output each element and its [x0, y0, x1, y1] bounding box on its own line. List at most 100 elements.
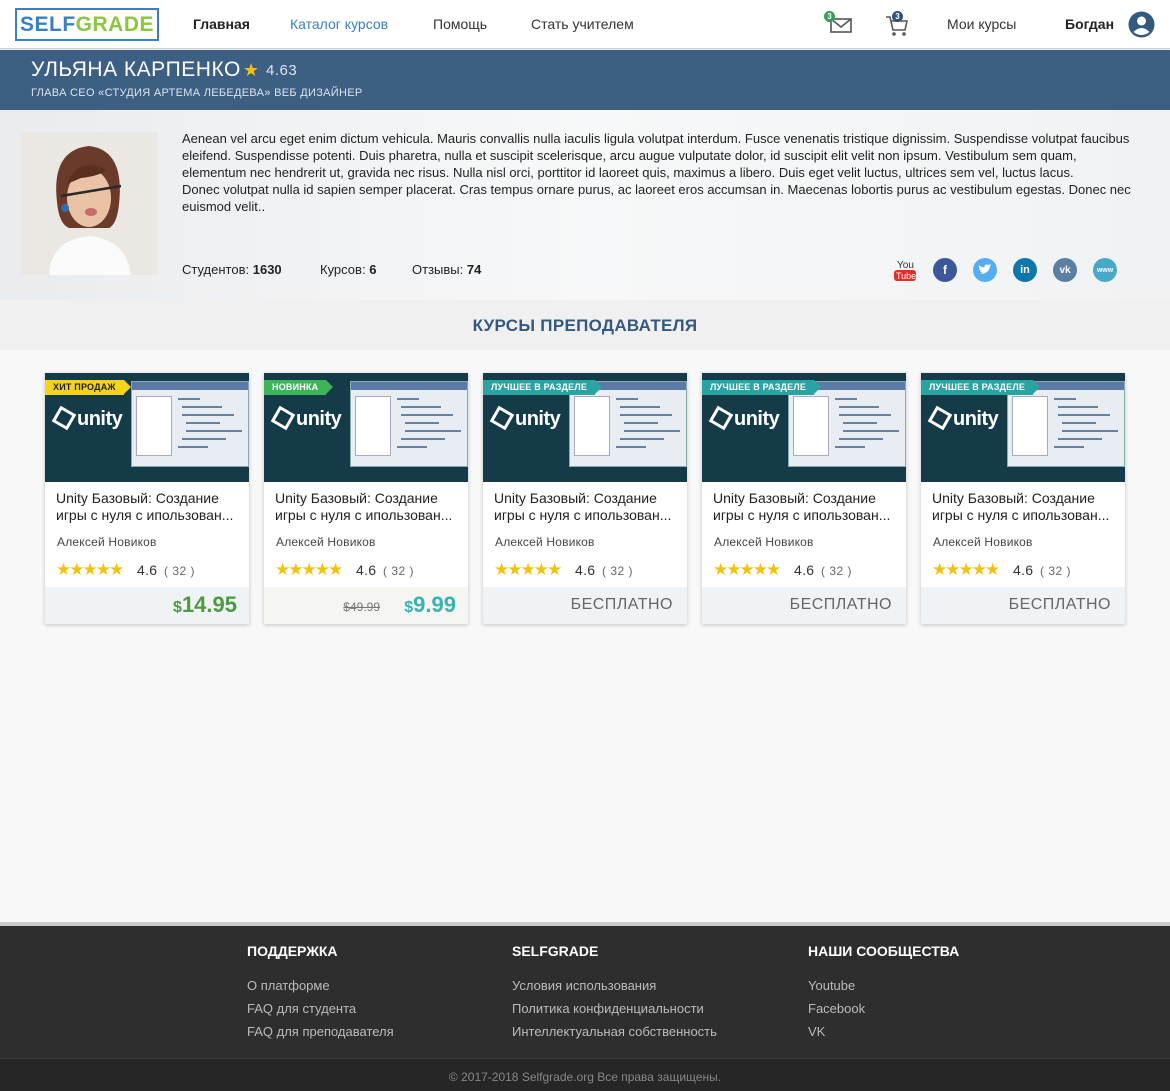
vk-link[interactable]: vk: [1053, 258, 1077, 282]
teacher-photo-image: [21, 132, 157, 275]
www-icon: www: [1096, 266, 1114, 274]
reviews-stat: Отзывы: 74: [412, 262, 481, 277]
facebook-link[interactable]: f: [933, 258, 957, 282]
course-thumbnail[interactable]: unity НОВИНКА: [264, 373, 468, 482]
courses-section-header: КУРСЫ ПРЕПОДАВАТЕЛЯ: [0, 300, 1170, 350]
course-ribbon: ЛУЧШЕЕ В РАЗДЕЛЕ: [483, 380, 603, 395]
footer-link-about[interactable]: О платформе: [247, 978, 394, 993]
teacher-rating: 4.63: [266, 62, 298, 79]
course-card[interactable]: unity НОВИНКА Unity Базовый: Создание иг…: [264, 373, 468, 624]
course-title[interactable]: Unity Базовый: Создание игры с нуля с ип…: [713, 490, 899, 524]
course-price-area: $49.99 $9.99: [264, 587, 468, 624]
course-review-count: ( 32 ): [602, 564, 634, 578]
my-courses-link[interactable]: Мои курсы: [947, 16, 1016, 32]
teacher-bio-section: Aenean vel arcu eget enim dictum vehicul…: [0, 110, 1170, 300]
footer: ПОДДЕРЖКА О платформе FAQ для студента F…: [0, 922, 1170, 1091]
teacher-photo: [21, 132, 157, 275]
vk-icon: vk: [1059, 264, 1071, 276]
messages-button[interactable]: 3: [824, 11, 854, 38]
course-card[interactable]: unity ЛУЧШЕЕ В РАЗДЕЛЕ Unity Базовый: Со…: [702, 373, 906, 624]
twitter-link[interactable]: [973, 258, 997, 282]
course-review-count: ( 32 ): [164, 564, 196, 578]
unity-logo-text: unity: [77, 408, 123, 430]
students-stat: Студентов: 1630: [182, 262, 282, 277]
course-price-value: 9.99: [413, 592, 456, 617]
footer-link-facebook[interactable]: Facebook: [808, 1001, 959, 1016]
course-author[interactable]: Алексей Новиков: [57, 535, 157, 549]
footer-link-terms[interactable]: Условия использования: [512, 978, 717, 993]
teacher-bio-paragraph-1: Aenean vel arcu eget enim dictum vehicul…: [182, 131, 1130, 180]
footer-link-youtube[interactable]: Youtube: [808, 978, 959, 993]
course-ribbon: ЛУЧШЕЕ В РАЗДЕЛЕ: [921, 380, 1041, 395]
logo-part1: SELF: [19, 12, 76, 36]
unity-cube-icon: [51, 405, 77, 431]
unity-cube-icon: [270, 405, 296, 431]
user-avatar-button[interactable]: [1128, 11, 1155, 38]
course-title[interactable]: Unity Базовый: Создание игры с нуля с ип…: [494, 490, 680, 524]
logo-part2: GRADE: [75, 12, 154, 36]
rating-stars-icon: ★★★★★: [275, 560, 343, 579]
course-thumbnail[interactable]: unity ЛУЧШЕЕ В РАЗДЕЛЕ: [921, 373, 1125, 482]
course-price-free: БЕСПЛАТНО: [1008, 596, 1111, 613]
course-ribbon: ХИТ ПРОДАЖ: [45, 380, 131, 395]
course-thumbnail[interactable]: unity ЛУЧШЕЕ В РАЗДЕЛЕ: [483, 373, 687, 482]
footer-link-vk[interactable]: VK: [808, 1024, 959, 1039]
course-price-area: $14.95: [45, 587, 249, 624]
logo[interactable]: SELF GRADE: [15, 8, 159, 41]
course-price-free: БЕСПЛАТНО: [789, 596, 892, 613]
messages-badge: 3: [824, 11, 835, 22]
course-author[interactable]: Алексей Новиков: [933, 535, 1033, 549]
unity-logo-text: unity: [734, 408, 780, 430]
rating-stars-icon: ★★★★★: [494, 560, 562, 579]
unity-cube-icon: [489, 405, 515, 431]
course-card[interactable]: unity ЛУЧШЕЕ В РАЗДЕЛЕ Unity Базовый: Со…: [483, 373, 687, 624]
unity-logo-text: unity: [296, 408, 342, 430]
nav-home[interactable]: Главная: [193, 16, 250, 32]
course-price: $9.99: [404, 592, 456, 618]
course-price-currency: $: [404, 599, 414, 616]
cart-button[interactable]: 3: [884, 11, 910, 38]
unity-logo: unity: [270, 405, 342, 431]
course-price-area: БЕСПЛАТНО: [702, 587, 906, 624]
course-author[interactable]: Алексей Новиков: [276, 535, 376, 549]
cart-badge: 3: [892, 11, 903, 22]
footer-link-privacy[interactable]: Политика конфиденциальности: [512, 1001, 717, 1016]
nav-catalog[interactable]: Каталог курсов: [290, 16, 388, 32]
course-card[interactable]: unity ЛУЧШЕЕ В РАЗДЕЛЕ Unity Базовый: Со…: [921, 373, 1125, 624]
website-link[interactable]: www: [1093, 258, 1117, 282]
teacher-bio-paragraph-2: Donec volutpat nulla id sapien semper pl…: [182, 182, 1131, 214]
course-old-price: $49.99: [343, 600, 380, 614]
user-avatar-icon: [1128, 11, 1155, 38]
facebook-icon: f: [943, 263, 947, 277]
course-author[interactable]: Алексей Новиков: [495, 535, 595, 549]
unity-cube-icon: [927, 405, 953, 431]
course-title[interactable]: Unity Базовый: Создание игры с нуля с ип…: [275, 490, 461, 524]
teacher-subtitle: ГЛАВА СЕО «СТУДИЯ АРТЕМА ЛЕБЕДЕВА» ВЕБ Д…: [31, 87, 363, 99]
twitter-icon: [978, 264, 992, 274]
footer-link-faq-teacher[interactable]: FAQ для преподавателя: [247, 1024, 394, 1039]
nav-become-teacher[interactable]: Стать учителем: [531, 16, 634, 32]
footer-link-faq-student[interactable]: FAQ для студента: [247, 1001, 394, 1016]
rating-stars-icon: ★★★★★: [56, 560, 124, 579]
course-thumbnail[interactable]: unity ХИТ ПРОДАЖ: [45, 373, 249, 482]
footer-communities-title: НАШИ СООБЩЕСТВА: [808, 943, 960, 959]
nav-help[interactable]: Помощь: [433, 16, 487, 32]
footer-support: ПОДДЕРЖКА О платформе FAQ для студента F…: [247, 943, 394, 1047]
linkedin-link[interactable]: in: [1013, 258, 1037, 282]
user-name[interactable]: Богдан: [1065, 16, 1114, 32]
course-thumbnail[interactable]: unity ЛУЧШЕЕ В РАЗДЕЛЕ: [702, 373, 906, 482]
unity-logo-text: unity: [515, 408, 561, 430]
svg-text:You: You: [897, 260, 914, 271]
course-title[interactable]: Unity Базовый: Создание игры с нуля с ип…: [932, 490, 1118, 524]
youtube-link[interactable]: You Tube: [892, 257, 918, 283]
course-author[interactable]: Алексей Новиков: [714, 535, 814, 549]
unity-logo: unity: [489, 405, 561, 431]
teacher-banner: УЛЬЯНА КАРПЕНКО ★ 4.63 ГЛАВА СЕО «СТУДИЯ…: [0, 50, 1170, 110]
teacher-bio: Aenean vel arcu eget enim dictum vehicul…: [182, 130, 1132, 215]
course-title[interactable]: Unity Базовый: Создание игры с нуля с ип…: [56, 490, 242, 524]
course-card[interactable]: unity ХИТ ПРОДАЖ Unity Базовый: Создание…: [45, 373, 249, 624]
footer-link-ip[interactable]: Интеллектуальная собственность: [512, 1024, 717, 1039]
unity-logo: unity: [51, 405, 123, 431]
reviews-count: 74: [466, 262, 482, 277]
linkedin-icon: in: [1020, 264, 1030, 276]
